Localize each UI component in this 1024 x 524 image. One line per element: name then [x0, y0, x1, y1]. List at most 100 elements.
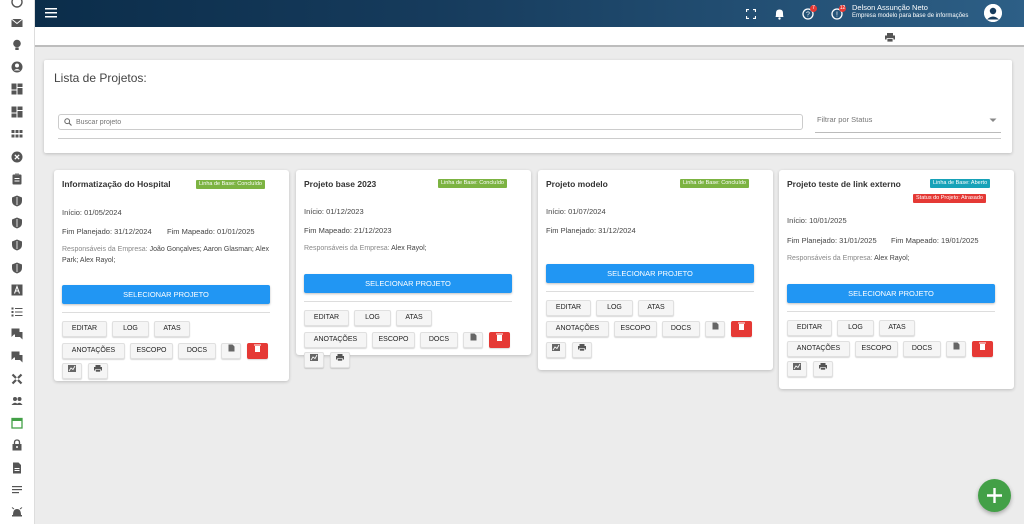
search-input[interactable]	[76, 115, 796, 129]
lock-icon[interactable]	[11, 439, 23, 451]
sidebar	[0, 0, 35, 524]
trash-icon	[254, 344, 261, 352]
log-button[interactable]: LOG	[596, 300, 633, 316]
baseline-status-tag: Linha de Base: Concluído	[680, 179, 749, 188]
lightbulb-icon[interactable]	[11, 39, 23, 51]
docs-button[interactable]: DOCS	[662, 321, 700, 337]
alarm-icon[interactable]	[11, 506, 23, 518]
shield-icon[interactable]	[11, 195, 23, 207]
document-button[interactable]	[463, 332, 483, 348]
project-start: Início: 01/12/2023	[304, 207, 364, 216]
status-filter-label: Filtrar por Status	[817, 115, 873, 124]
scope-button[interactable]: ESCOPO	[855, 341, 898, 357]
forum-icon[interactable]	[11, 328, 23, 340]
page-title: Lista de Projetos:	[54, 71, 147, 85]
docs-button[interactable]: DOCS	[178, 343, 216, 359]
project-planned-end: Fim Planejado: 31/12/2024	[546, 226, 636, 235]
responsibles-label: Responsáveis da Empresa:	[304, 245, 390, 252]
notes-button[interactable]: ANOTAÇÕES	[787, 341, 850, 357]
chart-button[interactable]	[546, 342, 566, 358]
list-icon[interactable]	[11, 306, 23, 318]
chart-button[interactable]	[62, 363, 82, 379]
delete-button[interactable]	[247, 343, 268, 359]
project-title: Informatização do Hospital	[62, 179, 171, 189]
project-mapped-end: Fim Mapeado: 19/01/2025	[891, 236, 979, 245]
fullscreen-icon[interactable]	[746, 9, 756, 19]
project-status-tag: Status do Projeto: Atrasado	[913, 194, 986, 203]
project-mapped-end: Fim Mapeado: 01/01/2025	[167, 227, 255, 236]
document-button[interactable]	[946, 341, 966, 357]
mail-icon[interactable]	[11, 17, 23, 29]
select-project-button[interactable]: SELECIONAR PROJETO	[546, 264, 754, 283]
bell-icon[interactable]	[774, 8, 785, 20]
document-button[interactable]	[221, 343, 241, 359]
project-title: Projeto modelo	[546, 179, 608, 189]
delete-button[interactable]	[731, 321, 752, 337]
edit-button[interactable]: EDITAR	[304, 310, 349, 326]
file-icon[interactable]	[11, 462, 23, 474]
log-button[interactable]: LOG	[837, 320, 874, 336]
notes-button[interactable]: ANOTAÇÕES	[546, 321, 609, 337]
shield-icon[interactable]	[11, 239, 23, 251]
dashboard-icon[interactable]	[11, 83, 23, 95]
print-icon[interactable]	[885, 33, 895, 42]
add-project-button[interactable]	[978, 479, 1011, 512]
minutes-button[interactable]: ATAS	[638, 300, 674, 316]
calendar-icon[interactable]	[11, 417, 23, 429]
minutes-button[interactable]: ATAS	[879, 320, 915, 336]
chart-button[interactable]	[304, 352, 324, 368]
apps-icon[interactable]	[11, 128, 23, 140]
print-icon	[578, 344, 586, 352]
people-icon[interactable]	[11, 395, 23, 407]
print-button[interactable]	[88, 363, 108, 379]
shield-icon[interactable]	[11, 262, 23, 274]
font-icon[interactable]	[11, 284, 23, 296]
edit-button[interactable]: EDITAR	[546, 300, 591, 316]
divider	[62, 312, 270, 313]
info-icon[interactable]	[11, 0, 23, 8]
notes-button[interactable]: ANOTAÇÕES	[62, 343, 125, 359]
minutes-button[interactable]: ATAS	[396, 310, 432, 326]
document-button[interactable]	[705, 321, 725, 337]
print-button[interactable]	[330, 352, 350, 368]
chart-button[interactable]	[787, 361, 807, 377]
notes-icon[interactable]	[11, 484, 23, 496]
docs-button[interactable]: DOCS	[903, 341, 941, 357]
edit-button[interactable]: EDITAR	[62, 321, 107, 337]
trash-icon	[979, 342, 986, 350]
select-project-button[interactable]: SELECIONAR PROJETO	[787, 284, 995, 303]
print-button[interactable]	[813, 361, 833, 377]
user-company: Empresa modelo para base de informações	[852, 13, 969, 19]
delete-button[interactable]	[972, 341, 993, 357]
select-project-button[interactable]: SELECIONAR PROJETO	[62, 285, 270, 304]
edit-button[interactable]: EDITAR	[787, 320, 832, 336]
baseline-status-tag: Linha de Base: Concluído	[438, 179, 507, 188]
baseline-status-tag: Linha de Base: Concluído	[196, 180, 265, 189]
notification-badge: 12	[839, 5, 846, 12]
document-icon	[712, 322, 718, 330]
status-filter[interactable]: Filtrar por Status	[815, 111, 1001, 133]
project-start: Início: 01/07/2024	[546, 207, 606, 216]
document-icon	[228, 344, 234, 352]
minutes-button[interactable]: ATAS	[154, 321, 190, 337]
scope-button[interactable]: ESCOPO	[130, 343, 173, 359]
log-button[interactable]: LOG	[112, 321, 149, 337]
menu-icon[interactable]	[45, 8, 57, 18]
scope-button[interactable]: ESCOPO	[372, 332, 415, 348]
print-button[interactable]	[572, 342, 592, 358]
avatar[interactable]	[984, 4, 1002, 22]
account-icon[interactable]	[11, 61, 23, 73]
clipboard-icon[interactable]	[11, 173, 23, 185]
shield-icon[interactable]	[11, 217, 23, 229]
select-project-button[interactable]: SELECIONAR PROJETO	[304, 274, 512, 293]
forum-icon[interactable]	[11, 351, 23, 363]
scope-button[interactable]: ESCOPO	[614, 321, 657, 337]
dashboard-alt-icon[interactable]	[11, 106, 23, 118]
cancel-icon[interactable]	[11, 151, 23, 163]
tools-icon[interactable]	[11, 373, 23, 385]
project-planned-end: Fim Planejado: 31/01/2025	[787, 236, 877, 245]
docs-button[interactable]: DOCS	[420, 332, 458, 348]
log-button[interactable]: LOG	[354, 310, 391, 326]
delete-button[interactable]	[489, 332, 510, 348]
notes-button[interactable]: ANOTAÇÕES	[304, 332, 367, 348]
